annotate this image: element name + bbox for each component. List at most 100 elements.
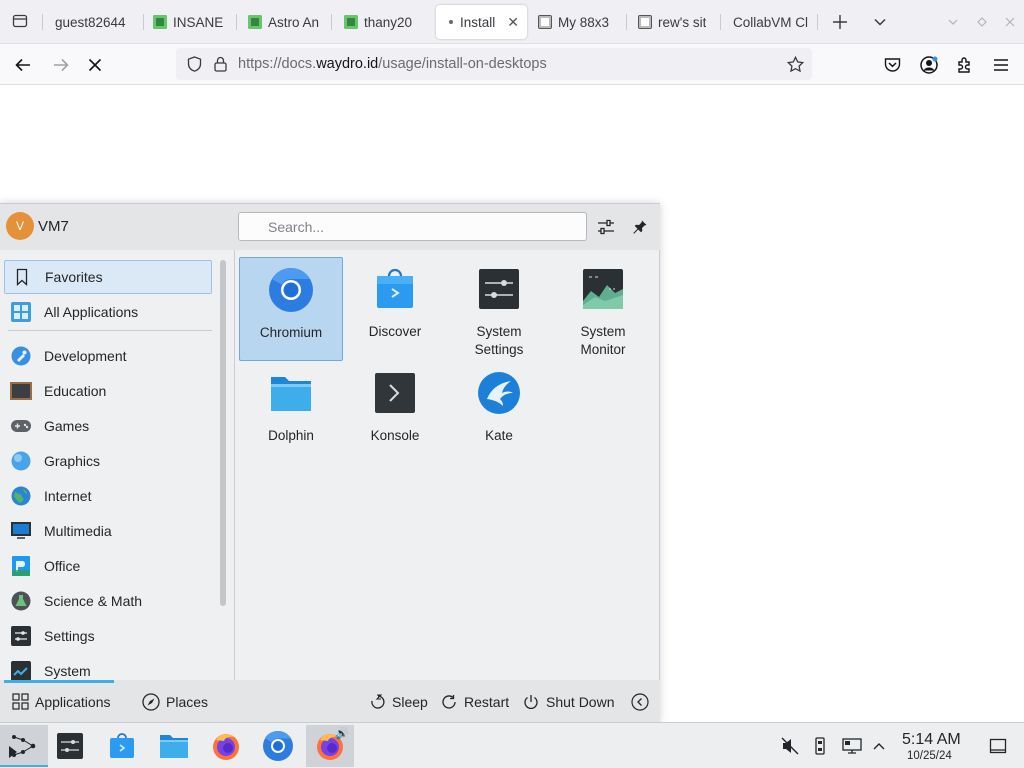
chalkboard-icon [10,380,32,402]
tab-label: CollabVM Cl [733,14,809,30]
sidebar-item-settings[interactable]: Settings [4,619,212,653]
places-tab[interactable]: Places [142,693,208,711]
maximize-button[interactable] [974,14,990,30]
pocket-button[interactable] [882,55,902,75]
sidebar-item-favorites[interactable]: Favorites [4,260,212,294]
app-discover[interactable]: Discover [343,257,447,361]
storage-device-icon[interactable] [813,737,827,758]
sidebar-item-games[interactable]: Games [4,409,212,443]
tab-guest[interactable]: guest82644 [45,5,145,39]
stop-button[interactable] [84,54,106,76]
tab-collabvm[interactable]: CollabVM Cl [723,5,811,39]
places-label: Places [166,694,209,710]
discover-icon [110,733,134,758]
tab-astro[interactable]: Astro An [238,5,330,39]
taskbar-firefox[interactable] [202,725,250,767]
applications-label: Applications [35,693,111,710]
power-icon [524,695,538,709]
monitor-icon [10,520,32,542]
sidebar-item-internet[interactable]: Internet [4,479,212,513]
tab-insane[interactable]: INSANE [143,5,235,39]
applications-grid-icon [12,693,29,710]
settings-icon [10,625,32,647]
shutdown-button[interactable]: Shut Down [522,693,614,711]
account-button[interactable] [918,54,940,76]
taskbar-dolphin[interactable] [150,725,198,767]
tab-install[interactable]: Install ✕ [436,5,527,39]
clock-date: 10/25/24 [907,750,952,762]
tab-rews-site[interactable]: rew's sit [628,5,720,39]
taskbar: 🔊 5:14 AM 10/25/24 [0,722,1024,768]
sidebar-item-graphics[interactable]: Graphics [4,444,212,478]
tab-my88x3[interactable]: My 88x3 [528,5,624,39]
back-button[interactable] [12,54,34,76]
tab-list-button[interactable] [8,9,32,33]
system-monitor-icon [583,269,623,309]
more-leave-options-button[interactable] [631,693,655,711]
browser-tab-bar: guest82644 INSANE Astro An thany20 Insta… [0,0,1024,44]
sidebar-item-system[interactable]: System [4,654,212,680]
app-chromium[interactable]: Chromium [239,257,343,361]
forward-arrow-icon [54,58,69,72]
application-launcher-button[interactable] [0,725,48,767]
sidebar-item-education[interactable]: Education [4,374,212,408]
search-input[interactable] [238,212,587,241]
bookmark-star-icon[interactable] [786,55,804,73]
sidebar-scrollbar[interactable] [220,260,226,606]
tab-label: My 88x3 [558,14,610,30]
configure-button[interactable] [595,216,617,238]
discover-icon [377,268,413,308]
active-indicator [0,765,48,767]
hamburger-icon [994,59,1008,71]
app-konsole[interactable]: Konsole [343,361,447,465]
sidebar-item-science-math[interactable]: Science & Math [4,584,212,618]
close-window-button[interactable] [1002,14,1018,30]
lock-icon[interactable] [212,55,228,73]
tracking-shield-icon[interactable] [186,56,202,72]
show-desktop-button[interactable] [989,737,1007,758]
sleep-button[interactable]: Sleep [368,693,428,711]
flask-icon [10,590,32,612]
applications-tab[interactable]: Applications [12,693,111,710]
page-icon [538,15,552,29]
terminal-icon [375,373,415,413]
network-icon[interactable] [842,737,862,758]
taskbar-discover[interactable] [98,725,146,767]
sidebar-item-development[interactable]: Development [4,339,212,373]
firefox-icon [213,734,239,760]
sidebar-divider [8,330,212,331]
extensions-button[interactable] [954,54,976,76]
minimize-button[interactable] [945,14,961,30]
app-kate[interactable]: Kate [447,361,551,465]
close-icon [1005,17,1015,27]
restart-button[interactable]: Restart [440,693,509,711]
list-all-tabs-button[interactable] [870,12,890,32]
tab-label: thany20 [364,14,413,30]
taskbar-chromium[interactable] [254,725,302,767]
taskbar-system-settings[interactable] [46,725,94,767]
sidebar-item-multimedia[interactable]: Multimedia [4,514,212,548]
sidebar-item-office[interactable]: Office [4,549,212,583]
close-tab-icon[interactable]: ✕ [507,14,519,31]
pin-button[interactable] [629,216,651,238]
app-menu-button[interactable] [990,54,1012,76]
url-bar[interactable]: https://docs.waydro.id/usage/install-on-… [176,48,812,80]
app-system-settings[interactable]: System Settings [447,257,551,361]
compass-icon [142,693,160,711]
avatar[interactable]: V [6,212,34,240]
taskbar-firefox-active[interactable]: 🔊 [306,725,354,767]
sidebar-item-label: Education [44,383,107,399]
app-dolphin[interactable]: Dolphin [239,361,343,465]
sidebar-item-label: Development [44,348,127,364]
app-system-monitor[interactable]: System Monitor [551,257,655,361]
new-tab-button[interactable] [830,12,850,32]
show-hidden-icons-button[interactable] [872,737,886,758]
launcher-header: V VM7 [0,204,660,250]
volume-muted-icon[interactable] [781,737,799,758]
show-desktop-icon [989,738,1007,754]
page-icon [638,15,652,29]
tab-thany[interactable]: thany20 [334,5,430,39]
chromium-icon [263,730,293,761]
sidebar-item-all-applications[interactable]: All Applications [4,295,212,329]
forward-button[interactable] [50,54,72,76]
